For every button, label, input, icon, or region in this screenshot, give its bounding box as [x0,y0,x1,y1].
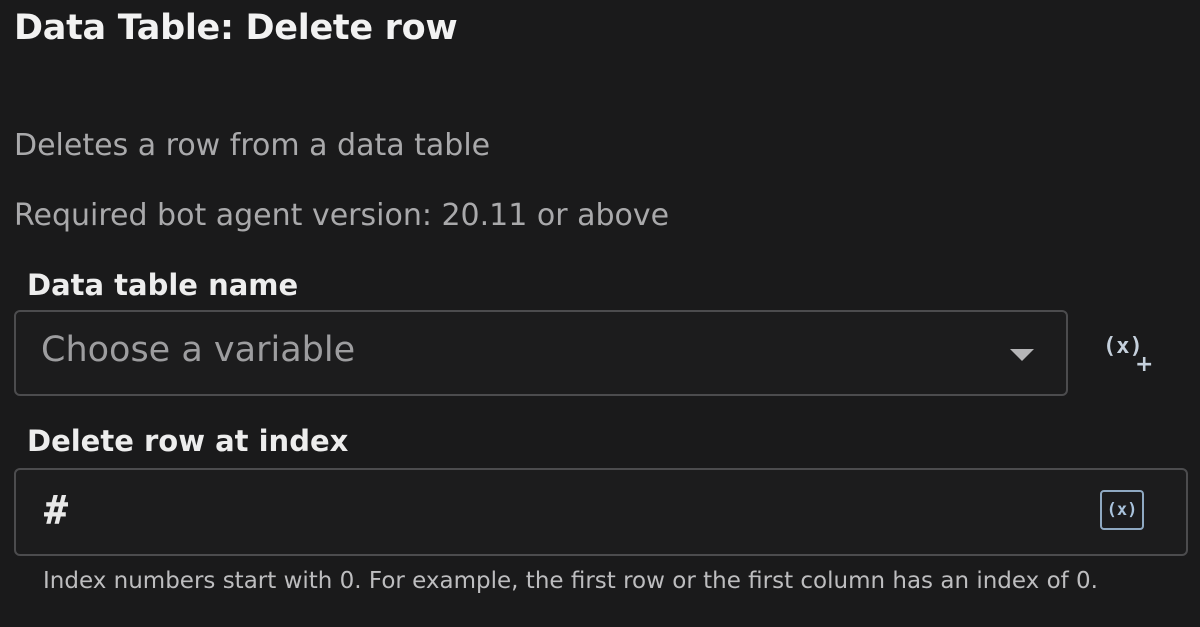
page-title: Data Table: Delete row [14,8,458,48]
row-index-label: Delete row at index [27,424,349,458]
table-name-select[interactable]: Choose a variable [14,310,1068,396]
plus-icon: + [1135,352,1154,377]
row-index-input[interactable] [106,490,1090,536]
row-index-field[interactable]: # (x) [14,468,1188,556]
row-index-help-text: Index numbers start with 0. For example,… [43,568,1098,594]
properties-panel: Data Table: Delete row Deletes a row fro… [0,0,1200,627]
insert-variable-icon[interactable]: (x) + [1103,334,1159,378]
action-description: Deletes a row from a data table [14,128,491,163]
hash-icon: # [44,488,69,534]
insert-variable-icon[interactable]: (x) [1100,490,1144,530]
required-version-text: Required bot agent version: 20.11 or abo… [14,198,670,233]
table-name-placeholder: Choose a variable [41,330,356,370]
table-name-label: Data table name [27,268,299,302]
chevron-down-icon[interactable] [1010,349,1034,361]
